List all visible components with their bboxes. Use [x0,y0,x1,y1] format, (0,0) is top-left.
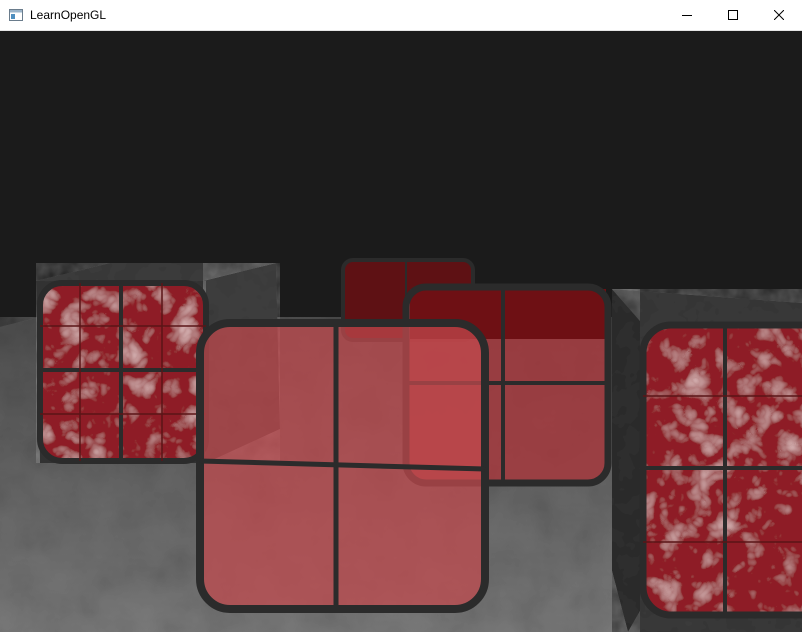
minimize-icon [682,15,692,16]
window-pane-front [196,319,489,613]
app-window-icon [9,9,23,21]
render-canvas [0,258,802,632]
window-pane-left [37,280,209,464]
close-icon [774,10,784,20]
title-bar[interactable]: LearnOpenGL [0,0,802,31]
app-window: LearnOpenGL [0,0,802,632]
window-pane-right [639,321,802,619]
close-button[interactable] [756,0,802,30]
maximize-icon [728,10,738,20]
window-title: LearnOpenGL [30,8,107,22]
maximize-button[interactable] [710,0,756,30]
opengl-viewport[interactable] [0,31,802,632]
minimize-button[interactable] [664,0,710,30]
